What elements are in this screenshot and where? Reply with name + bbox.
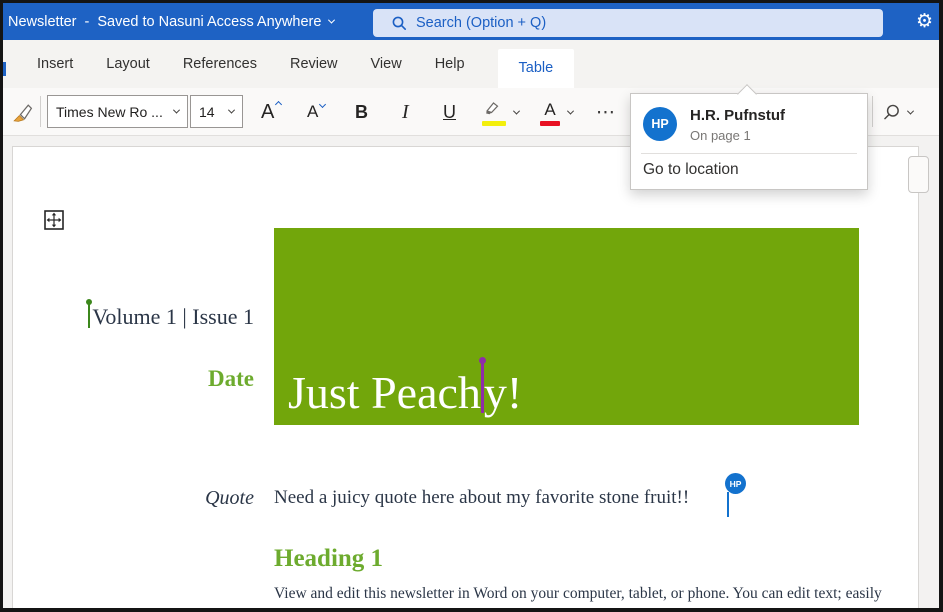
tab-layout[interactable]: Layout (106, 40, 150, 88)
font-name-select[interactable]: Times New Ro ... (47, 95, 188, 128)
volume-issue-line: Volume 1 | Issue 1 (13, 303, 254, 330)
chevron-down-icon (173, 107, 180, 114)
chevron-down-icon (907, 107, 914, 114)
banner-title: Just Peachy! (288, 361, 522, 416)
gear-icon[interactable]: ⚙ (916, 10, 933, 32)
document-area: Volume 1 | Issue 1 Date Just Peachy! Quo… (3, 136, 939, 609)
bold-button[interactable]: B (355, 88, 368, 136)
italic-button[interactable]: I (402, 88, 409, 136)
grow-font-button[interactable]: A (261, 88, 279, 136)
hp-cursor-badge[interactable]: HP (725, 473, 746, 494)
popup-avatar: HP (643, 107, 677, 141)
heading-1: Heading 1 (274, 545, 383, 573)
collaborator-name: H.R. Pufnstuf (690, 107, 785, 124)
highlighter-icon (483, 101, 503, 115)
ribbon-tab-row: Insert Layout References Review View Hel… (3, 40, 939, 88)
quote-label: Quote (13, 487, 254, 510)
search-box[interactable] (373, 9, 883, 37)
cutoff-left-element (3, 62, 6, 76)
collaborator-cursor-purple (481, 361, 484, 413)
underline-button[interactable]: U (443, 88, 456, 136)
toolbar-divider (872, 96, 873, 127)
title-separator: - (85, 14, 90, 30)
font-size-value: 14 (199, 104, 215, 120)
tab-help[interactable]: Help (435, 40, 465, 88)
title-bar: Newsletter - Saved to Nasuni Access Anyw… (3, 3, 939, 40)
find-icon (882, 103, 901, 122)
chevron-down-icon (228, 107, 235, 114)
highlight-button[interactable] (482, 88, 519, 136)
chevron-down-icon[interactable] (328, 17, 335, 24)
chevron-up-icon (275, 100, 282, 107)
search-input[interactable] (416, 15, 836, 31)
volume-issue-text: Volume 1 | Issue 1 (92, 304, 254, 329)
format-painter-icon (11, 101, 34, 124)
find-button[interactable] (882, 88, 913, 136)
font-name-value: Times New Ro ... (56, 104, 163, 120)
quote-text: Need a juicy quote here about my favorit… (274, 487, 689, 509)
collaborator-location: On page 1 (690, 128, 751, 143)
body-paragraph: View and edit this newsletter in Word on… (274, 585, 882, 603)
chevron-down-icon (513, 107, 520, 114)
tab-view[interactable]: View (371, 40, 402, 88)
tab-table[interactable]: Table (498, 49, 575, 88)
chevron-down-icon (319, 100, 326, 107)
font-color-letter: A (544, 100, 555, 119)
table-move-handle-icon[interactable] (44, 210, 64, 230)
font-color-bar (540, 121, 560, 126)
shrink-font-button[interactable]: A (307, 88, 323, 136)
collaborator-cursor-green (88, 303, 90, 328)
collaborator-popup: HP H.R. Pufnstuf On page 1 Go to locatio… (630, 93, 868, 190)
popup-divider (641, 153, 857, 154)
highlight-color-bar (482, 121, 506, 126)
chevron-down-icon (567, 107, 574, 114)
toolbar-divider (40, 96, 41, 127)
collaborator-cursor-blue (727, 492, 729, 517)
tab-references[interactable]: References (183, 40, 257, 88)
date-label: Date (13, 366, 254, 392)
format-painter-button[interactable] (11, 88, 34, 136)
document-page[interactable]: Volume 1 | Issue 1 Date Just Peachy! Quo… (12, 146, 919, 609)
font-size-select[interactable]: 14 (190, 95, 243, 128)
save-status[interactable]: Saved to Nasuni Access Anywhere (97, 14, 321, 30)
tab-insert[interactable]: Insert (37, 40, 73, 88)
font-color-button[interactable]: A (540, 88, 573, 136)
banner: Just Peachy! (274, 228, 859, 425)
search-icon (391, 15, 407, 31)
more-options-button[interactable]: ⋯ (596, 88, 615, 136)
tab-review[interactable]: Review (290, 40, 338, 88)
go-to-location-button[interactable]: Go to location (643, 161, 739, 179)
document-title: Newsletter (8, 14, 77, 30)
comment-margin-tab[interactable] (908, 156, 929, 193)
